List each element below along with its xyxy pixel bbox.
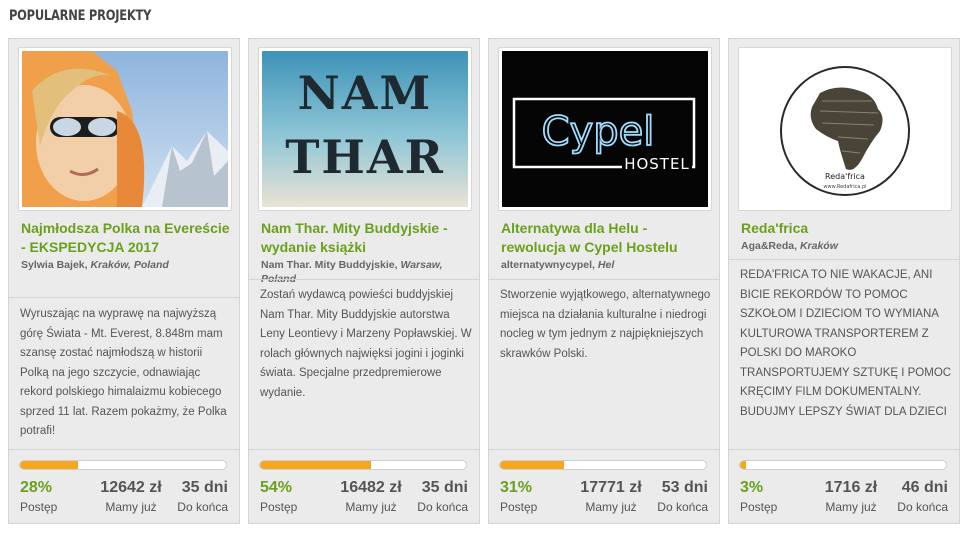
raised-value: 16482 zł [340, 479, 402, 496]
cover-text-line1: NAM [298, 66, 433, 120]
days-stat: 35 dni Do końca [177, 478, 228, 516]
days-value: 35 dni [421, 479, 468, 496]
project-thumbnail[interactable] [18, 47, 232, 211]
raised-stat: 1716 zł Mamy już [811, 478, 891, 516]
progress-label: Postęp [20, 500, 58, 514]
progress-bar [739, 460, 947, 470]
project-card[interactable]: NAM THAR Nam Thar. Mity Buddyjskie - wyd… [248, 38, 480, 524]
raised-value: 12642 zł [100, 479, 162, 496]
project-stats: 28% Postęp 12642 zł Mamy już 35 dni Do k… [9, 449, 239, 524]
project-card[interactable]: Najmłodsza Polka na Evereście - EKSPEDYC… [8, 38, 240, 524]
project-logo-image: Reda'frica www.Redafrica.pl [742, 51, 948, 207]
project-meta: Aga&Reda, Kraków [741, 240, 838, 252]
project-author: Aga&Reda [741, 240, 795, 252]
logo-hostel-text: HOSTEL [624, 155, 690, 173]
raised-value: 17771 zł [580, 479, 642, 496]
progress-bar-fill [500, 461, 564, 469]
progress-stat: 54% Postęp [260, 478, 297, 516]
project-author: Sylwia Bajek [21, 259, 85, 271]
project-stats: 31% Postęp 17771 zł Mamy już 53 dni Do k… [489, 449, 719, 524]
project-stats: 54% Postęp 16482 zł Mamy już 35 dni Do k… [249, 449, 479, 524]
days-value: 53 dni [661, 479, 708, 496]
project-title[interactable]: Reda'frica Aga&Reda, Kraków [741, 219, 953, 253]
project-photo [22, 51, 228, 207]
progress-bar-fill [20, 461, 78, 469]
raised-label: Mamy już [105, 500, 157, 514]
project-location: Kraków [799, 240, 838, 252]
project-location: Hel [597, 259, 615, 271]
project-author: alternatywnycypel [501, 259, 593, 271]
project-thumbnail[interactable]: Reda'frica www.Redafrica.pl [738, 47, 952, 211]
project-title-link[interactable]: Reda'frica [741, 219, 953, 238]
project-title[interactable]: Alternatywa dla Helu - rewolucja w Cypel… [501, 219, 713, 272]
project-title-link[interactable]: Alternatywa dla Helu - rewolucja w Cypel… [501, 219, 713, 257]
raised-label: Mamy już [825, 500, 877, 514]
raised-value: 1716 zł [824, 479, 878, 496]
project-description: Reda'frica to nie wakacje, ani bicie rek… [740, 269, 952, 418]
progress-bar [259, 460, 467, 470]
divider [9, 297, 239, 298]
days-label: Do końca [177, 500, 228, 514]
project-thumbnail[interactable]: NAM THAR [258, 47, 472, 211]
project-logo-image: Cypel HOSTEL [502, 51, 708, 207]
logo-script-text: Cypel [542, 109, 655, 155]
project-description: Zostań wydawcą powieści buddyjskiej Nam … [260, 289, 472, 399]
progress-value: 28% [20, 479, 53, 496]
section-title: Popularne projekty [9, 8, 152, 24]
cover-text-line2: THAR [285, 130, 445, 184]
project-location: Kraków, Poland [90, 259, 169, 271]
raised-stat: 17771 zł Mamy już [571, 478, 651, 516]
progress-value: 54% [260, 479, 293, 496]
raised-label: Mamy już [345, 500, 397, 514]
project-title-link[interactable]: Nam Thar. Mity Buddyjskie - wydanie ksią… [261, 219, 473, 257]
divider [489, 279, 719, 280]
progress-label: Postęp [500, 500, 538, 514]
days-label: Do końca [417, 500, 468, 514]
progress-label: Postęp [260, 500, 298, 514]
project-meta: Nam Thar. Mity Buddyjskie, Warsaw, Polan… [261, 259, 443, 285]
days-label: Do końca [657, 500, 708, 514]
progress-label: Postęp [740, 500, 778, 514]
divider [249, 279, 479, 280]
days-stat: 53 dni Do końca [657, 478, 708, 516]
days-value: 46 dni [901, 479, 948, 496]
project-cover: NAM THAR [262, 51, 468, 207]
project-description: Wyruszając na wyprawę na najwyższą górę … [20, 308, 227, 437]
progress-stat: 31% Postęp [500, 478, 537, 516]
project-thumbnail[interactable]: Cypel HOSTEL [498, 47, 712, 211]
days-stat: 35 dni Do końca [417, 478, 468, 516]
progress-value: 3% [740, 479, 764, 496]
days-stat: 46 dni Do końca [897, 478, 948, 516]
progress-bar-fill [260, 461, 372, 469]
project-card[interactable]: Cypel HOSTEL Alternatywa dla Helu - rewo… [488, 38, 720, 524]
progress-stat: 28% Postęp [20, 478, 57, 516]
divider [729, 259, 959, 260]
project-title[interactable]: Nam Thar. Mity Buddyjskie - wydanie ksią… [261, 219, 473, 286]
logo-name-text: Reda'frica [825, 172, 865, 181]
raised-stat: 12642 zł Mamy już [91, 478, 171, 516]
days-value: 35 dni [181, 479, 228, 496]
project-card[interactable]: Reda'frica www.Redafrica.pl Reda'frica A… [728, 38, 960, 524]
progress-bar-fill [740, 461, 747, 469]
project-meta: alternatywnycypel, Hel [501, 259, 615, 271]
project-meta: Sylwia Bajek, Kraków, Poland [21, 259, 169, 271]
project-author: Nam Thar. Mity Buddyjskie [261, 259, 395, 271]
progress-bar [499, 460, 707, 470]
progress-value: 31% [500, 479, 533, 496]
project-title-link[interactable]: Najmłodsza Polka na Evereście - EKSPEDYC… [21, 219, 233, 257]
days-label: Do końca [897, 500, 948, 514]
project-stats: 3% Postęp 1716 zł Mamy już 46 dni Do koń… [729, 449, 959, 524]
raised-stat: 16482 zł Mamy już [331, 478, 411, 516]
progress-stat: 3% Postęp [740, 478, 777, 516]
logo-url-text: www.Redafrica.pl [823, 184, 866, 190]
raised-label: Mamy już [585, 500, 637, 514]
project-description: Stworzenie wyjątkowego, alternatywnego m… [500, 289, 711, 360]
progress-bar [19, 460, 227, 470]
project-title[interactable]: Najmłodsza Polka na Evereście - EKSPEDYC… [21, 219, 233, 272]
